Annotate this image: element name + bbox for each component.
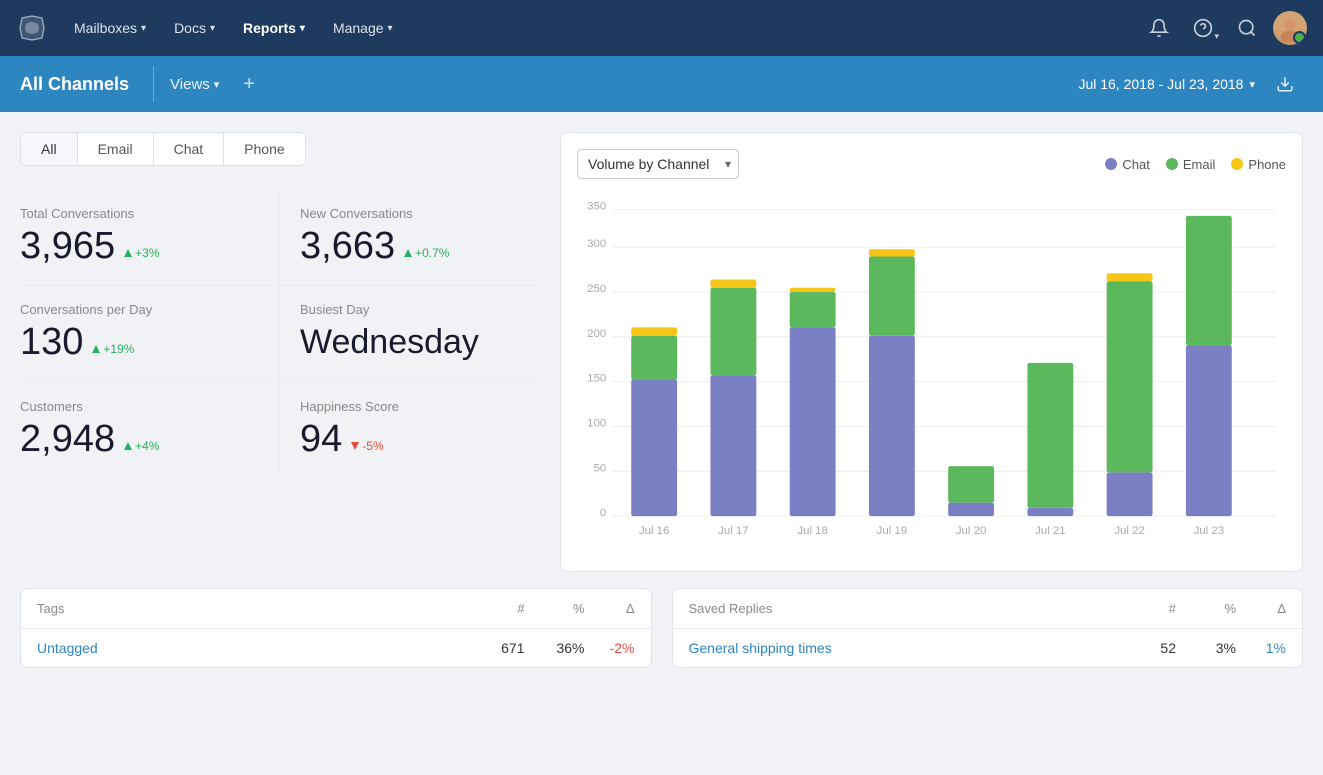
stat-busiest-day: Busiest Day Wednesday xyxy=(280,286,540,383)
untagged-link[interactable]: Untagged xyxy=(37,640,98,656)
chevron-down-icon: ▾ xyxy=(141,23,146,34)
nav-mailboxes[interactable]: Mailboxes ▾ xyxy=(64,14,156,42)
svg-text:Jul 20: Jul 20 xyxy=(956,525,987,537)
stat-total-conversations: Total Conversations 3,965 +3% xyxy=(20,190,280,286)
sub-header: All Channels Views ▾ + Jul 16, 2018 - Ju… xyxy=(0,56,1323,112)
chart-legend: Chat Email Phone xyxy=(1105,157,1286,172)
stats-grid: Total Conversations 3,965 +3% New Conver… xyxy=(20,190,540,478)
help-button[interactable]: ▾ xyxy=(1185,10,1221,46)
chart-area: 0 50 100 150 200 250 300 350 xyxy=(577,195,1286,555)
notifications-button[interactable] xyxy=(1141,10,1177,46)
legend-dot-chat xyxy=(1105,158,1117,170)
chart-select-wrap[interactable]: Volume by Channel Volume by Tag Volume b… xyxy=(577,149,739,179)
table-row: General shipping times 52 3% 1% xyxy=(673,629,1303,667)
saved-replies-table-header: Saved Replies # % Δ xyxy=(673,589,1303,629)
logo[interactable] xyxy=(16,12,48,44)
left-panel: All Email Chat Phone Total Conversations… xyxy=(20,132,540,572)
legend-phone: Phone xyxy=(1231,157,1286,172)
nav-manage[interactable]: Manage ▾ xyxy=(323,14,403,42)
tab-chat[interactable]: Chat xyxy=(154,133,225,165)
stat-change-customers: +4% xyxy=(123,439,159,453)
legend-dot-phone xyxy=(1231,158,1243,170)
svg-text:250: 250 xyxy=(587,283,606,295)
chevron-down-icon: ▾ xyxy=(210,23,215,34)
tags-table-header: Tags # % Δ xyxy=(21,589,651,629)
main-content: All Email Chat Phone Total Conversations… xyxy=(0,112,1323,572)
chart-panel: Volume by Channel Volume by Tag Volume b… xyxy=(560,132,1303,572)
tab-email[interactable]: Email xyxy=(78,133,154,165)
chart-header: Volume by Channel Volume by Tag Volume b… xyxy=(577,149,1286,179)
legend-dot-email xyxy=(1166,158,1178,170)
chevron-down-icon: ▾ xyxy=(1249,78,1255,91)
shipping-link[interactable]: General shipping times xyxy=(689,640,832,656)
date-range-picker[interactable]: Jul 16, 2018 - Jul 23, 2018 ▾ xyxy=(1066,70,1267,98)
chevron-down-icon: ▾ xyxy=(388,23,393,34)
views-dropdown[interactable]: Views ▾ xyxy=(158,70,231,99)
download-button[interactable] xyxy=(1267,66,1303,102)
svg-text:Jul 21: Jul 21 xyxy=(1035,525,1066,537)
nav-docs[interactable]: Docs ▾ xyxy=(164,14,225,42)
stat-customers: Customers 2,948 +4% xyxy=(20,383,280,478)
table-row: Untagged 671 36% -2% xyxy=(21,629,651,667)
svg-text:Jul 19: Jul 19 xyxy=(877,525,908,537)
tags-table: Tags # % Δ Untagged 671 36% -2% xyxy=(20,588,652,668)
legend-email: Email xyxy=(1166,157,1216,172)
saved-replies-table: Saved Replies # % Δ General shipping tim… xyxy=(672,588,1304,668)
chevron-down-icon: ▾ xyxy=(300,23,305,34)
page-title: All Channels xyxy=(20,74,149,95)
filter-tabs: All Email Chat Phone xyxy=(20,132,306,166)
divider xyxy=(153,66,154,102)
svg-text:Jul 22: Jul 22 xyxy=(1114,525,1145,537)
stat-conversations-per-day: Conversations per Day 130 +19% xyxy=(20,286,280,383)
stat-change-new: +0.7% xyxy=(403,246,449,260)
svg-text:350: 350 xyxy=(587,201,606,213)
stat-change-happiness: -5% xyxy=(350,439,383,453)
svg-text:50: 50 xyxy=(593,462,606,474)
svg-text:100: 100 xyxy=(587,417,606,429)
add-view-button[interactable]: + xyxy=(231,67,267,102)
bar-chart-svg: 0 50 100 150 200 250 300 350 xyxy=(577,195,1286,550)
legend-chat: Chat xyxy=(1105,157,1149,172)
tab-phone[interactable]: Phone xyxy=(224,133,304,165)
top-nav: Mailboxes ▾ Docs ▾ Reports ▾ Manage ▾ ▾ xyxy=(0,0,1323,56)
stat-change-total: +3% xyxy=(123,246,159,260)
stat-new-conversations: New Conversations 3,663 +0.7% xyxy=(280,190,540,286)
svg-text:Jul 23: Jul 23 xyxy=(1194,525,1225,537)
svg-text:200: 200 xyxy=(587,328,606,340)
stat-change-per-day: +19% xyxy=(91,342,134,356)
chart-type-select[interactable]: Volume by Channel Volume by Tag Volume b… xyxy=(577,149,739,179)
stat-happiness: Happiness Score 94 -5% xyxy=(280,383,540,478)
svg-text:Jul 18: Jul 18 xyxy=(797,525,828,537)
chevron-down-icon: ▾ xyxy=(1214,31,1219,42)
svg-text:Jul 17: Jul 17 xyxy=(718,525,749,537)
chevron-down-icon: ▾ xyxy=(214,78,220,91)
bottom-section: Tags # % Δ Untagged 671 36% -2% Saved Re… xyxy=(20,588,1303,668)
tab-all[interactable]: All xyxy=(21,133,78,165)
svg-text:150: 150 xyxy=(587,373,606,385)
svg-text:0: 0 xyxy=(600,507,606,519)
search-button[interactable] xyxy=(1229,10,1265,46)
avatar[interactable] xyxy=(1273,11,1307,45)
svg-text:Jul 16: Jul 16 xyxy=(639,525,670,537)
nav-reports[interactable]: Reports ▾ xyxy=(233,14,315,42)
svg-text:300: 300 xyxy=(587,238,606,250)
